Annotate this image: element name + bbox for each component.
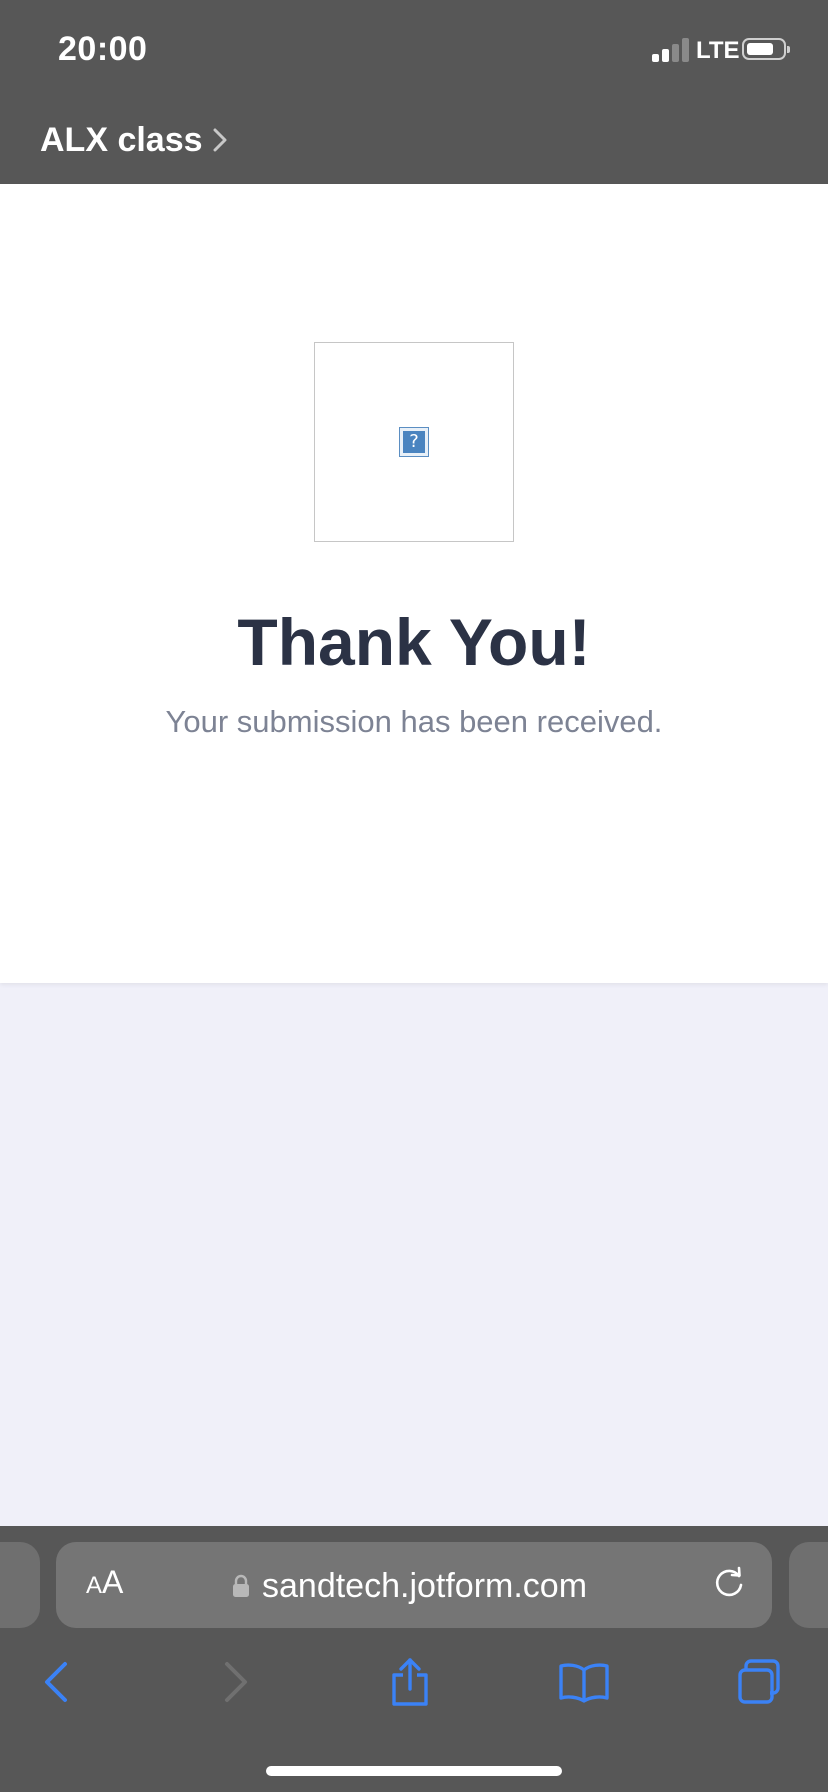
form-image-placeholder: ? (314, 342, 514, 542)
tabs-button[interactable] (730, 1652, 790, 1712)
url-field[interactable]: sandtech.jotform.com (232, 1564, 587, 1608)
text-size-button[interactable]: A A (86, 1564, 123, 1608)
back-to-app-label: ALX class (40, 120, 203, 159)
chevron-right-disabled-icon (225, 1662, 247, 1702)
text-size-large-glyph: A (102, 1564, 124, 1600)
browser-nav-row (0, 1652, 828, 1712)
share-button[interactable] (380, 1652, 440, 1712)
lock-icon (233, 1574, 249, 1597)
text-size-small-glyph: A (86, 1572, 103, 1599)
submission-message: Your submission has been received. (165, 704, 663, 739)
previous-tab-peek[interactable] (0, 1542, 40, 1628)
forward-button[interactable] (206, 1652, 266, 1712)
chevron-right-icon (213, 128, 227, 152)
back-to-app-button[interactable]: ALX class (40, 118, 227, 162)
url-text: sandtech.jotform.com (262, 1566, 588, 1605)
back-button[interactable] (26, 1652, 86, 1712)
thank-you-card: ? Thank You! Your submission has been re… (0, 184, 828, 983)
network-type-label: LTE (696, 37, 740, 64)
chevron-left-icon (45, 1662, 67, 1702)
broken-image-glyph: ? (403, 431, 425, 453)
battery-icon (742, 38, 790, 60)
bookmarks-button[interactable] (554, 1652, 614, 1712)
broken-image-icon: ? (399, 427, 429, 457)
address-bar[interactable]: A A sandtech.jotform.com (56, 1542, 772, 1628)
reload-icon[interactable] (710, 1566, 748, 1604)
book-icon (559, 1663, 609, 1703)
home-indicator[interactable] (266, 1766, 562, 1776)
tabs-icon (738, 1659, 780, 1704)
app-return-bar: ALX class (0, 100, 828, 184)
cellular-signal-icon (652, 38, 690, 62)
status-time: 20:00 (58, 30, 148, 68)
next-tab-peek[interactable] (789, 1542, 828, 1628)
browser-toolbar: A A sandtech.jotform.com (0, 1526, 828, 1792)
page-title: Thank You! (237, 605, 591, 679)
status-bar: 20:00 LTE (0, 0, 828, 100)
share-icon (392, 1658, 428, 1706)
